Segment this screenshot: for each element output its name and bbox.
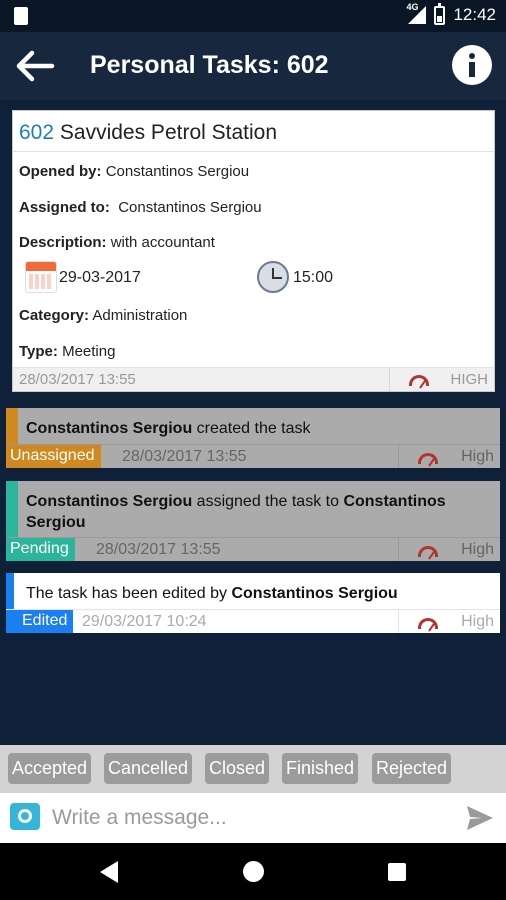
type-label: Type: [19, 343, 58, 360]
status-badge: Pending [6, 538, 75, 561]
gauge-icon [409, 375, 429, 386]
activity-actor: Constantinos Sergiou [231, 585, 398, 602]
closed-button[interactable]: Closed [205, 753, 270, 784]
status-time: 12:42 [453, 5, 496, 24]
activity-timestamp: 29/03/2017 10:24 [82, 613, 207, 630]
assigned-to-value: Constantinos Sergiou [118, 199, 262, 216]
priority-label: High [461, 448, 494, 465]
gauge-icon [418, 618, 438, 629]
arrow-left-icon [16, 50, 55, 82]
back-button[interactable] [14, 46, 56, 86]
cancelled-button[interactable]: Cancelled [104, 753, 193, 784]
task-name: Savvides Petrol Station [59, 121, 278, 144]
send-icon [467, 806, 493, 830]
type-value: Meeting [62, 343, 116, 360]
task-card: 602 Savvides Petrol Station Opened by: C… [12, 110, 495, 392]
gauge-icon [418, 546, 438, 557]
type-row: Type: Meeting [19, 343, 115, 360]
activity-item: Constantinos Sergiou created the task Un… [6, 408, 500, 468]
activity-text: Constantinos Sergiou assigned the task t… [26, 491, 486, 533]
activity-actor: Constantinos Sergiou [26, 493, 193, 510]
camera-icon [18, 809, 32, 823]
category-row: Category: Administration [19, 307, 187, 324]
accepted-button[interactable]: Accepted [8, 753, 92, 784]
activity-footer: Edited 29/03/2017 10:24 High [6, 609, 500, 633]
nav-home-icon[interactable] [243, 861, 264, 882]
notification-icon [14, 7, 28, 25]
description-value: with accountant [110, 234, 215, 251]
description-row: Description: with accountant [19, 234, 215, 251]
activity-footer: Pending 28/03/2017 13:55 High [6, 537, 500, 561]
opened-by-label: Opened by: [19, 163, 102, 180]
task-date: 29-03-2017 [59, 269, 141, 286]
task-time: 15:00 [293, 269, 334, 286]
status-badge: Edited [6, 610, 74, 633]
opened-by-value: Constantinos Sergiou [105, 163, 250, 180]
assigned-to-label: Assigned to: [19, 199, 110, 216]
system-nav-bar [0, 843, 506, 900]
activity-item: The task has been edited by Constantinos… [6, 573, 500, 633]
message-input[interactable] [52, 803, 442, 833]
priority-label: High [461, 541, 494, 558]
activity-timestamp: 28/03/2017 13:55 [122, 448, 247, 465]
activity-prefix: The task has been edited by [26, 585, 232, 602]
clock-icon [257, 261, 289, 293]
activity-text: Constantinos Sergiou created the task [26, 418, 486, 439]
activity-actor: Constantinos Sergiou [26, 420, 193, 437]
battery-icon [434, 2, 446, 25]
network-type: 4G [406, 2, 419, 12]
calendar-icon [25, 261, 57, 293]
category-value: Administration [92, 307, 188, 324]
activity-action: created the task [192, 420, 311, 437]
description-label: Description: [19, 234, 107, 251]
app-bar: Personal Tasks: 602 [0, 32, 506, 100]
activity-footer: Unassigned 28/03/2017 13:55 High [6, 444, 500, 468]
category-label: Category: [19, 307, 90, 324]
activity-action: assigned the task to [192, 493, 344, 510]
page-title: Personal Tasks: 602 [90, 51, 329, 79]
activity-timestamp: 28/03/2017 13:55 [96, 541, 221, 558]
activity-text: The task has been edited by Constantinos… [26, 583, 486, 604]
status-actions: Accepted Cancelled Closed Finished Rejec… [0, 745, 506, 793]
task-title: 602 Savvides Petrol Station [19, 121, 277, 145]
camera-button[interactable] [10, 803, 40, 830]
opened-by-row: Opened by: Constantinos Sergiou [19, 163, 249, 180]
rejected-button[interactable]: Rejected [372, 753, 452, 784]
gauge-icon [418, 453, 438, 464]
assigned-to-row: Assigned to: Constantinos Sergiou [19, 199, 262, 216]
nav-recents-icon[interactable] [388, 863, 406, 881]
info-icon [469, 53, 475, 59]
created-timestamp: 28/03/2017 13:55 [19, 371, 136, 388]
send-button[interactable] [466, 805, 494, 831]
activity-item: Constantinos Sergiou assigned the task t… [6, 481, 500, 561]
divider [13, 151, 494, 152]
status-bar: 4G 12:42 [0, 0, 506, 32]
task-number: 602 [19, 121, 55, 144]
finished-button[interactable]: Finished [282, 753, 359, 784]
nav-back-icon[interactable] [100, 861, 118, 883]
signal-icon: 4G [406, 2, 427, 24]
task-footer: 28/03/2017 13:55 HIGH [13, 367, 494, 391]
message-composer [0, 793, 506, 843]
priority-label: High [461, 613, 494, 630]
priority-label: HIGH [450, 371, 489, 388]
info-button[interactable] [452, 45, 492, 85]
status-badge: Unassigned [6, 445, 101, 468]
